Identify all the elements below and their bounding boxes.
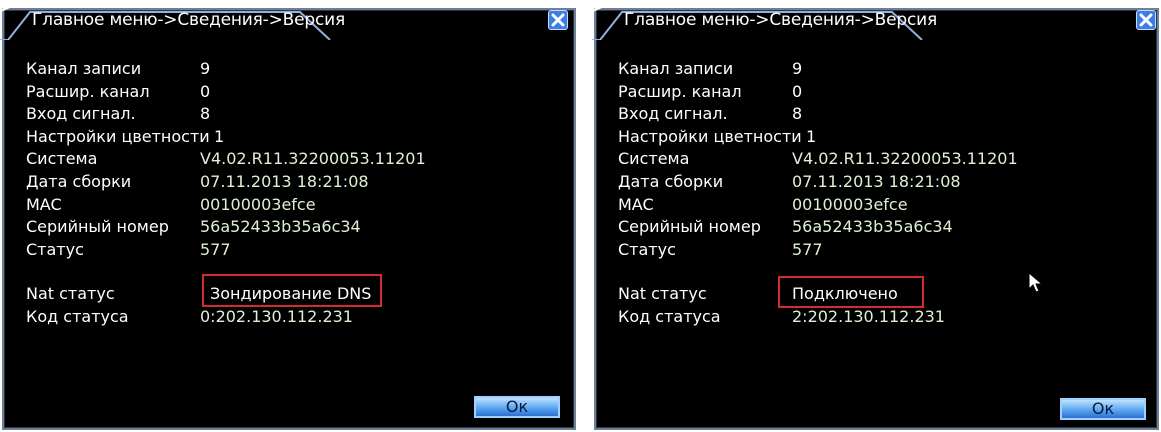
row-value: 0 [792,81,803,101]
row-label: Настройки цветности [26,126,210,146]
row-value: 577 [792,239,823,259]
close-button[interactable] [1136,10,1156,30]
ok-button[interactable]: Ок [1060,398,1146,420]
row-label: Код статуса [618,306,721,326]
menu-icon [593,1,604,12]
mouse-cursor-icon [1028,272,1044,293]
row-label: Nat статус [618,284,707,304]
row-label: Код статуса [26,306,129,326]
row-label: Расшир. канал [618,81,742,101]
row-value: 00100003efce [200,194,316,214]
ok-button[interactable]: Ок [474,396,560,418]
row-label: Канал записи [26,59,142,78]
row-value: 0 [200,81,211,101]
close-icon [551,13,565,27]
row-value: 0:202.130.112.231 [200,306,353,326]
row-label: Дата сборки [618,171,724,191]
row-label: Система [26,149,98,169]
close-button[interactable] [548,10,568,30]
version-dialog-right: Главное меню->Сведения->Версия Канал зап… [592,0,1161,432]
row-value: 00100003efce [792,194,908,214]
row-label: Вход сигнал. [26,104,136,124]
row-value: 07.11.2013 18:21:08 [200,171,369,191]
close-icon [1139,13,1153,27]
row-label: MAC [26,194,62,214]
row-label: Система [618,149,690,169]
nat-status-highlight [202,274,382,307]
row-label: Канал записи [618,59,734,78]
row-value: 1 [214,126,225,146]
row-label: Статус [26,239,84,259]
version-dialog-left: Главное меню->Сведения->Версия Канал зап… [0,0,578,432]
row-label: Nat статус [26,284,115,304]
row-value: 577 [200,239,231,259]
row-label: MAC [618,194,654,214]
row-value: V4.02.R11.32200053.11201 [200,149,426,169]
row-value: 8 [792,104,803,124]
row-label: Настройки цветности [618,126,802,146]
row-label: Вход сигнал. [618,104,728,124]
row-value: 9 [792,59,803,78]
row-value: 56a52433b35a6c34 [200,217,361,237]
row-label: Серийный номер [618,217,761,237]
row-value: 1 [806,126,817,146]
nat-status-highlight [778,276,924,308]
title-tab: Главное меню->Сведения->Версия [0,0,345,40]
row-label: Статус [618,239,676,259]
row-value: 2:202.130.112.231 [792,306,945,326]
row-label: Расшир. канал [26,81,150,101]
row-label: Дата сборки [26,171,132,191]
row-value: 9 [200,59,211,78]
menu-icon [1,1,12,12]
row-value: 56a52433b35a6c34 [792,217,953,237]
dialog-title: Главное меню->Сведения->Версия [624,10,937,30]
dialog-title: Главное меню->Сведения->Версия [32,10,345,30]
row-value: 8 [200,104,211,124]
title-tab: Главное меню->Сведения->Версия [592,0,937,40]
row-value: V4.02.R11.32200053.11201 [792,149,1018,169]
row-value: 07.11.2013 18:21:08 [792,171,961,191]
row-label: Серийный номер [26,217,169,237]
